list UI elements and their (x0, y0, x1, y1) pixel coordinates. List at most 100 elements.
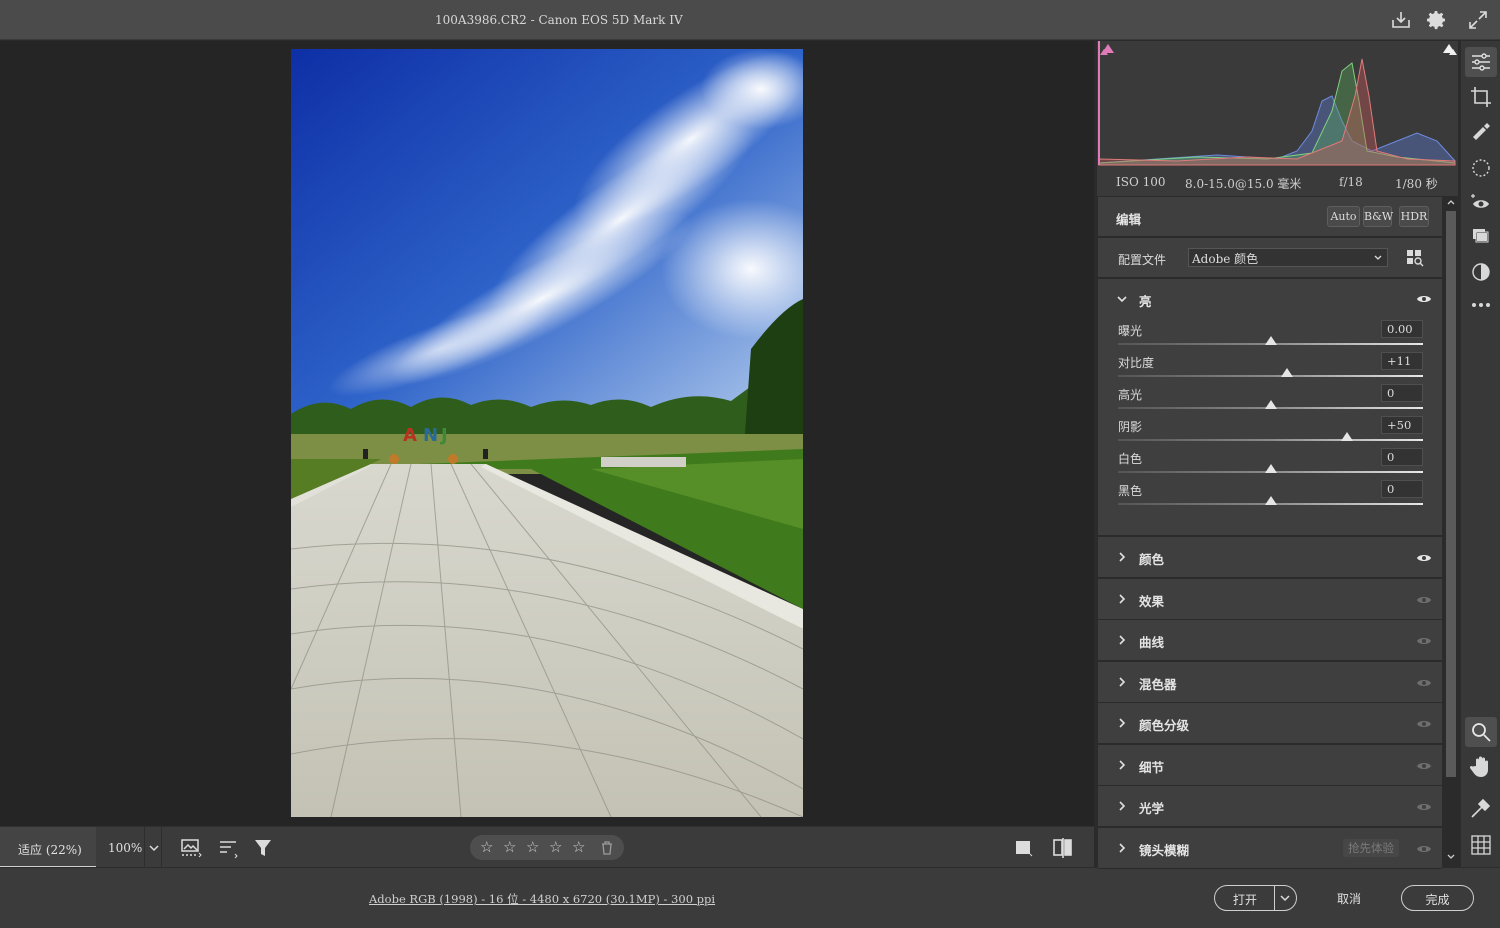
star-icon[interactable]: ☆ (526, 838, 539, 856)
panel-title[interactable]: 曲线 (1139, 632, 1164, 651)
image-canvas[interactable]: A N J (0, 41, 1094, 826)
chevron-down-icon[interactable] (1116, 293, 1128, 305)
zoom-icon[interactable] (1469, 720, 1493, 744)
snapshot-icon[interactable] (1469, 260, 1493, 284)
slider-track[interactable] (1118, 375, 1423, 377)
fullscreen-icon[interactable] (1466, 8, 1490, 32)
chevron-down-icon[interactable] (1277, 889, 1293, 907)
light-panel: 亮 曝光 0.00 对比度 +11 高光 0 阴影 +50 白色 0 黑色 0 (1098, 279, 1442, 536)
slider-thumb[interactable] (1264, 400, 1277, 409)
chevron-up-icon[interactable] (1446, 197, 1456, 207)
masking-icon[interactable] (1469, 156, 1493, 180)
panel-6[interactable]: 光学 (1098, 786, 1442, 827)
light-title[interactable]: 亮 (1139, 291, 1152, 310)
compare-view-icon[interactable] (1051, 837, 1075, 859)
panel-5[interactable]: 细节 (1098, 744, 1442, 786)
eye-icon[interactable] (1416, 635, 1432, 647)
shadow-clipping-icon[interactable] (1101, 43, 1115, 55)
eye-icon[interactable] (1416, 843, 1432, 855)
panel-title[interactable]: 颜色 (1139, 549, 1164, 568)
red-eye-icon[interactable] (1469, 192, 1493, 216)
star-rating[interactable]: ☆ ☆ ☆ ☆ ☆ (470, 835, 624, 860)
eye-icon[interactable] (1416, 552, 1432, 564)
trash-icon[interactable] (600, 841, 614, 855)
edit-sliders-icon[interactable] (1469, 50, 1493, 74)
chevron-right-icon[interactable] (1116, 551, 1128, 563)
profile-select[interactable]: Adobe 颜色 (1188, 248, 1388, 267)
chevron-right-icon[interactable] (1116, 717, 1128, 729)
zoom-dropdown[interactable] (144, 827, 162, 868)
chevron-right-icon[interactable] (1116, 842, 1128, 854)
slider-thumb[interactable] (1264, 336, 1277, 345)
eye-icon[interactable] (1416, 718, 1432, 730)
slider-value-input[interactable]: +50 (1381, 416, 1423, 434)
slider-value-input[interactable]: +11 (1381, 352, 1423, 370)
slider-thumb[interactable] (1281, 368, 1294, 377)
chevron-right-icon[interactable] (1116, 800, 1128, 812)
gear-icon[interactable] (1424, 8, 1448, 32)
slider-value-input[interactable]: 0 (1381, 480, 1423, 498)
eye-icon[interactable] (1416, 293, 1432, 305)
panel-title[interactable]: 效果 (1139, 591, 1164, 610)
panel-title[interactable]: 镜头模糊 (1139, 840, 1189, 859)
download-icon[interactable] (1389, 8, 1413, 32)
slider-thumb[interactable] (1264, 496, 1277, 505)
eye-icon[interactable] (1416, 760, 1432, 772)
done-button[interactable]: 完成 (1401, 885, 1474, 911)
zoom-percent[interactable]: 100% (108, 841, 142, 855)
panel-title[interactable]: 光学 (1139, 798, 1164, 817)
slider-value-input[interactable]: 0 (1381, 384, 1423, 402)
panel-title[interactable]: 混色器 (1139, 674, 1177, 693)
sort-icon[interactable] (217, 837, 241, 859)
presets-icon[interactable] (1469, 225, 1493, 249)
exif-info: ISO 100 8.0-15.0@15.0 毫米 f/18 1/80 秒 (1097, 169, 1458, 196)
panel-7[interactable]: 镜头模糊 抢先体验 (1098, 827, 1442, 869)
cancel-button[interactable]: 取消 (1325, 890, 1373, 907)
scrollbar-thumb[interactable] (1446, 211, 1456, 777)
star-icon[interactable]: ☆ (480, 838, 493, 856)
slider-thumb[interactable] (1264, 464, 1277, 473)
sampler-icon[interactable] (1469, 796, 1493, 820)
chevron-right-icon[interactable] (1116, 676, 1128, 688)
panel-scrollbar[interactable] (1444, 197, 1458, 865)
slider-value-input[interactable]: 0.00 (1381, 320, 1423, 338)
panel-1[interactable]: 效果 (1098, 578, 1442, 620)
slider-thumb[interactable] (1340, 432, 1353, 441)
profile-browser-icon[interactable] (1406, 249, 1424, 267)
slider-track[interactable] (1118, 439, 1423, 441)
exif-aperture: f/18 (1339, 175, 1363, 189)
panel-0[interactable]: 颜色 (1098, 537, 1442, 578)
panel-title[interactable]: 细节 (1139, 757, 1164, 776)
panel-4[interactable]: 颜色分级 (1098, 703, 1442, 744)
open-button[interactable]: 打开 (1214, 885, 1297, 911)
eye-icon[interactable] (1416, 677, 1432, 689)
bw-button[interactable]: B&W (1363, 206, 1393, 227)
panel-2[interactable]: 曲线 (1098, 620, 1442, 661)
panel-title[interactable]: 颜色分级 (1139, 715, 1189, 734)
star-icon[interactable]: ☆ (549, 838, 562, 856)
highlight-clipping-icon[interactable] (1442, 43, 1456, 55)
hand-icon[interactable] (1469, 755, 1493, 779)
filmstrip-icon[interactable] (180, 837, 204, 859)
workflow-options-link[interactable]: Adobe RGB (1998) - 16 位 - 4480 x 6720 (3… (369, 891, 715, 907)
chevron-right-icon[interactable] (1116, 634, 1128, 646)
svg-text:N: N (423, 425, 438, 446)
star-icon[interactable]: ☆ (572, 838, 585, 856)
hdr-button[interactable]: HDR (1399, 206, 1429, 227)
star-icon[interactable]: ☆ (503, 838, 516, 856)
filter-icon[interactable] (252, 837, 276, 859)
single-view-icon[interactable] (1012, 837, 1036, 859)
crop-icon[interactable] (1469, 85, 1493, 109)
chevron-right-icon[interactable] (1116, 759, 1128, 771)
chevron-down-icon[interactable] (1446, 852, 1456, 862)
chevron-right-icon[interactable] (1116, 593, 1128, 605)
more-icon[interactable] (1469, 293, 1493, 317)
healing-icon[interactable] (1469, 120, 1493, 144)
panel-3[interactable]: 混色器 (1098, 661, 1442, 703)
slider-value-input[interactable]: 0 (1381, 448, 1423, 466)
grid-icon[interactable] (1469, 833, 1493, 857)
auto-button[interactable]: Auto (1327, 206, 1360, 227)
fit-zoom-button[interactable]: 适应 (22%) (0, 827, 96, 868)
eye-icon[interactable] (1416, 594, 1432, 606)
eye-icon[interactable] (1416, 801, 1432, 813)
